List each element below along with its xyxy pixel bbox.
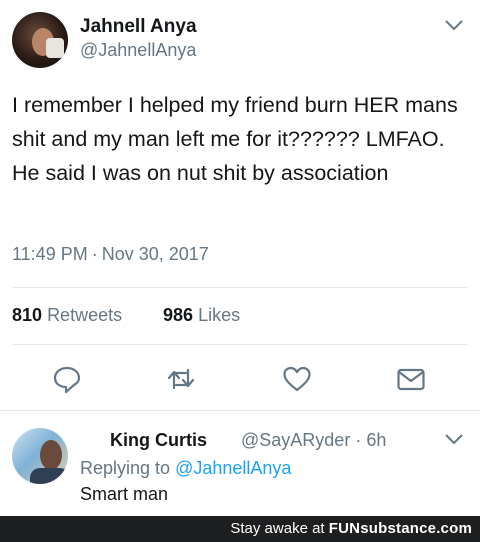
author-name[interactable]: Jahnell Anya: [80, 16, 197, 38]
reply-separator: ·: [355, 430, 362, 450]
author-avatar[interactable]: [12, 12, 68, 68]
watermark-prefix: Stay awake at: [230, 520, 325, 537]
retweet-icon[interactable]: [166, 364, 196, 394]
tweet-actions: [0, 364, 480, 396]
replying-to: Replying to @JahnellAnya: [80, 458, 291, 479]
reply-author-meta[interactable]: @SayARyder · 6h: [241, 430, 386, 451]
reply-author-avatar[interactable]: [12, 428, 68, 484]
tweet-time: 11:49 PM: [12, 244, 88, 264]
mail-icon[interactable]: [396, 364, 426, 394]
reply-age: 6h: [366, 430, 387, 450]
timestamp-separator: ·: [91, 244, 98, 264]
avatar-cup: [46, 38, 64, 58]
divider: [12, 287, 468, 288]
retweets-stat[interactable]: 810 Retweets: [12, 305, 122, 326]
replying-prefix: Replying to: [80, 458, 171, 478]
divider: [0, 410, 480, 411]
retweets-count: 810: [12, 305, 43, 325]
tweet-date: Nov 30, 2017: [101, 244, 209, 264]
likes-stat[interactable]: 986 Likes: [163, 305, 240, 326]
avatar-shirt: [30, 468, 68, 484]
watermark-text: Stay awake at FUNsubstance.com: [230, 516, 472, 542]
chevron-down-icon[interactable]: [444, 18, 464, 32]
tweet-text: I remember I helped my friend burn HER m…: [12, 93, 458, 185]
watermark-footer: Stay awake at FUNsubstance.com: [0, 516, 480, 542]
tweet-timestamp[interactable]: 11:49 PM · Nov 30, 2017: [12, 244, 209, 265]
avatar-face: [40, 440, 62, 470]
divider: [12, 344, 468, 345]
likes-count: 986: [163, 305, 194, 325]
reply-text: Smart man: [80, 484, 169, 504]
heart-icon[interactable]: [282, 364, 312, 394]
retweets-label: Retweets: [47, 305, 123, 325]
author-handle[interactable]: @JahnellAnya: [80, 40, 196, 61]
chevron-down-icon[interactable]: [444, 432, 464, 446]
reply-author-name[interactable]: King Curtis: [110, 430, 207, 451]
likes-label: Likes: [198, 305, 241, 325]
replying-mention-link[interactable]: @JahnellAnya: [175, 458, 291, 478]
reply-author-handle: @SayARyder: [241, 430, 351, 450]
watermark-brand: FUNsubstance.com: [328, 520, 472, 537]
reply-icon[interactable]: [52, 364, 82, 394]
